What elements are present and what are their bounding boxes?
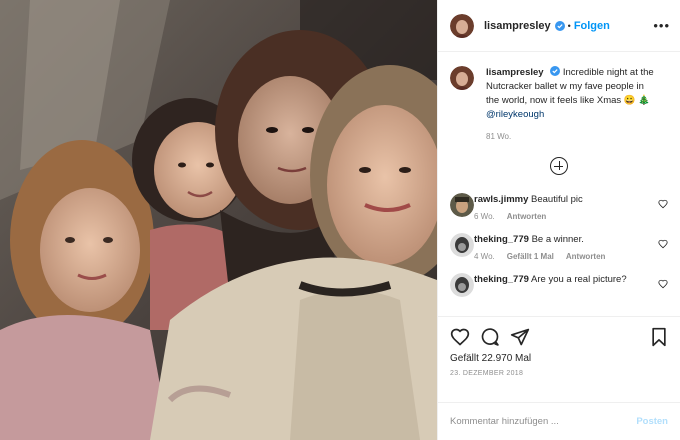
caption: lisampresley Incredible night at the Nut…	[450, 66, 668, 122]
like-heart-icon[interactable]	[450, 327, 470, 347]
comment-likes-count[interactable]: Gefällt 1 Mal	[507, 252, 554, 261]
post-sidebar: lisampresley • Folgen ••• lisampresley I…	[437, 0, 680, 440]
caption-text: lisampresley Incredible night at the Nut…	[486, 66, 656, 122]
caption-time: 81 Wo.	[486, 132, 512, 141]
author-username[interactable]: lisampresley	[484, 20, 551, 32]
avatar-image	[450, 193, 474, 217]
action-icons	[450, 325, 668, 349]
comment-time: 4 Wo.	[474, 252, 495, 261]
comment-text: theking_779 Be a winner.	[474, 233, 634, 247]
comment-meta: 4 Wo. Gefällt 1 Mal Antworten	[474, 252, 634, 261]
avatar-image	[450, 66, 474, 90]
comment-text: theking_779 Are you a real picture?	[474, 273, 634, 287]
comment-item: theking_779 Are you a real picture?	[450, 273, 668, 297]
separator-dot: •	[567, 20, 571, 31]
add-comment-input[interactable]	[450, 416, 637, 427]
caption-username[interactable]: lisampresley	[486, 67, 544, 78]
avatar-image	[450, 233, 474, 257]
post-header: lisampresley • Folgen •••	[438, 0, 680, 52]
follow-button[interactable]: Folgen	[574, 20, 610, 32]
comment-body: theking_779 Be a winner. 4 Wo. Gefällt 1 …	[474, 233, 634, 261]
verified-badge-icon	[554, 20, 565, 31]
post-actions: Gefällt 22.970 Mal 23. DEZEMBER 2018	[438, 316, 680, 402]
comment-text: rawls.jimmy Beautiful pic	[474, 193, 634, 207]
reply-button[interactable]: Antworten	[507, 212, 547, 221]
post-date[interactable]: 23. DEZEMBER 2018	[450, 370, 668, 377]
post-comment-button[interactable]: Posten	[636, 416, 668, 427]
comments-list[interactable]: lisampresley Incredible night at the Nut…	[438, 52, 680, 316]
avatar-image	[450, 273, 474, 297]
ellipsis-icon[interactable]: •••	[653, 18, 670, 33]
comment-content: Be a winner.	[531, 234, 584, 245]
add-comment-bar: Posten	[438, 402, 680, 440]
avatar-image	[450, 13, 474, 38]
comment-item: rawls.jimmy Beautiful pic 6 Wo. Antworten	[450, 193, 668, 221]
comment-like-heart-icon[interactable]	[658, 199, 668, 209]
comment-content: Are you a real picture?	[531, 274, 627, 285]
comment-username[interactable]: theking_779	[474, 274, 529, 285]
selfie-photo-image	[0, 0, 437, 440]
bookmark-icon[interactable]	[650, 327, 668, 347]
comment-body: theking_779 Are you a real picture?	[474, 273, 634, 297]
caption-avatar[interactable]	[450, 66, 474, 90]
comment-item: theking_779 Be a winner. 4 Wo. Gefällt 1 …	[450, 233, 668, 261]
post-photo[interactable]	[0, 0, 437, 440]
verified-badge-icon	[550, 66, 561, 76]
commenter-avatar[interactable]	[450, 193, 474, 217]
commenter-avatar[interactable]	[450, 233, 474, 257]
likes-count[interactable]: Gefällt 22.970 Mal	[450, 353, 668, 364]
comment-like-heart-icon[interactable]	[658, 279, 668, 289]
commenter-avatar[interactable]	[450, 273, 474, 297]
load-more-comments[interactable]	[450, 157, 668, 175]
comment-content: Beautiful pic	[531, 194, 583, 205]
comment-bubble-icon[interactable]	[480, 327, 500, 347]
comment-username[interactable]: theking_779	[474, 234, 529, 245]
comment-like-heart-icon[interactable]	[658, 239, 668, 249]
caption-mention-link[interactable]: @rileykeough	[486, 109, 544, 120]
comment-username[interactable]: rawls.jimmy	[474, 194, 528, 205]
reply-button[interactable]: Antworten	[566, 252, 606, 261]
comment-time: 6 Wo.	[474, 212, 495, 221]
comment-body: rawls.jimmy Beautiful pic 6 Wo. Antworten	[474, 193, 634, 221]
plus-circle-icon[interactable]	[550, 157, 568, 175]
instagram-post: lisampresley • Folgen ••• lisampresley I…	[0, 0, 680, 440]
comment-meta: 6 Wo. Antworten	[474, 212, 634, 221]
share-paper-plane-icon[interactable]	[510, 327, 530, 347]
author-avatar[interactable]	[450, 13, 474, 38]
